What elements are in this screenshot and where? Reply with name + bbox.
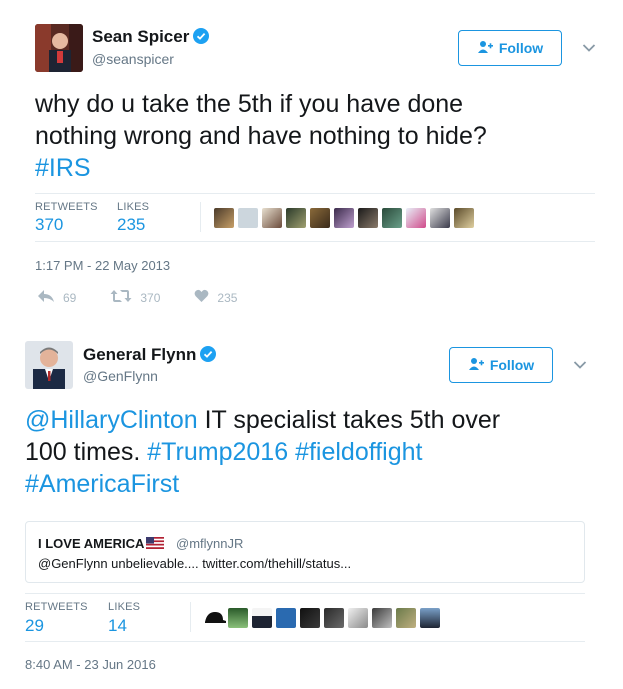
chevron-down-icon[interactable] [573, 357, 587, 375]
mention-link[interactable]: @HillaryClinton [25, 406, 198, 434]
follow-button[interactable]: Follow [449, 347, 553, 383]
divider [190, 602, 191, 632]
retweets-label: RETWEETS [25, 601, 88, 613]
divider [25, 641, 585, 642]
username[interactable]: @GenFlynn [83, 368, 158, 384]
avatar[interactable] [372, 608, 392, 628]
retweets-count[interactable]: 29 [25, 616, 44, 636]
quoted-name-text: I LOVE AMERICA [38, 536, 145, 551]
avatar[interactable] [276, 608, 296, 628]
avatar[interactable] [348, 608, 368, 628]
tweet-text: @HillaryClinton IT specialist takes 5th … [25, 404, 600, 500]
us-flag-icon [146, 537, 165, 552]
avatar[interactable] [324, 608, 344, 628]
likes-label: LIKES [108, 601, 141, 613]
tweet-general-flynn: General Flynn @GenFlynn Follow @HillaryC… [0, 0, 623, 689]
tweet-text-line: 100 times. [25, 438, 148, 466]
avatar[interactable] [228, 608, 248, 628]
quoted-username[interactable]: @mflynnJR [176, 536, 243, 551]
avatar[interactable] [25, 341, 73, 389]
divider [25, 593, 585, 594]
timestamp[interactable]: 8:40 AM - 23 Jun 2016 [25, 657, 156, 672]
tweet-text-line: IT specialist takes 5th over [197, 406, 501, 434]
avatar[interactable] [396, 608, 416, 628]
avatar[interactable] [300, 608, 320, 628]
display-name[interactable]: General Flynn [83, 345, 217, 367]
hashtag-link[interactable]: #AmericaFirst [25, 470, 179, 498]
quoted-display-name[interactable]: I LOVE AMERICA [38, 536, 165, 552]
follow-label: Follow [489, 357, 535, 373]
liker-avatars [204, 608, 440, 628]
add-user-icon [468, 357, 484, 374]
verified-badge-icon [200, 346, 217, 367]
quoted-tweet[interactable]: I LOVE AMERICA @mflynnJR @GenFlynn unbel… [25, 521, 585, 583]
avatar[interactable] [204, 608, 226, 628]
avatar[interactable] [252, 608, 272, 628]
quoted-text: @GenFlynn unbelievable.... twitter.com/t… [38, 556, 352, 571]
hashtag-link[interactable]: #Trump2016 [147, 438, 288, 466]
avatar[interactable] [420, 608, 440, 628]
hashtag-link[interactable]: #fieldoffight [295, 438, 422, 466]
likes-count[interactable]: 14 [108, 616, 127, 636]
display-name-text[interactable]: General Flynn [83, 345, 196, 364]
